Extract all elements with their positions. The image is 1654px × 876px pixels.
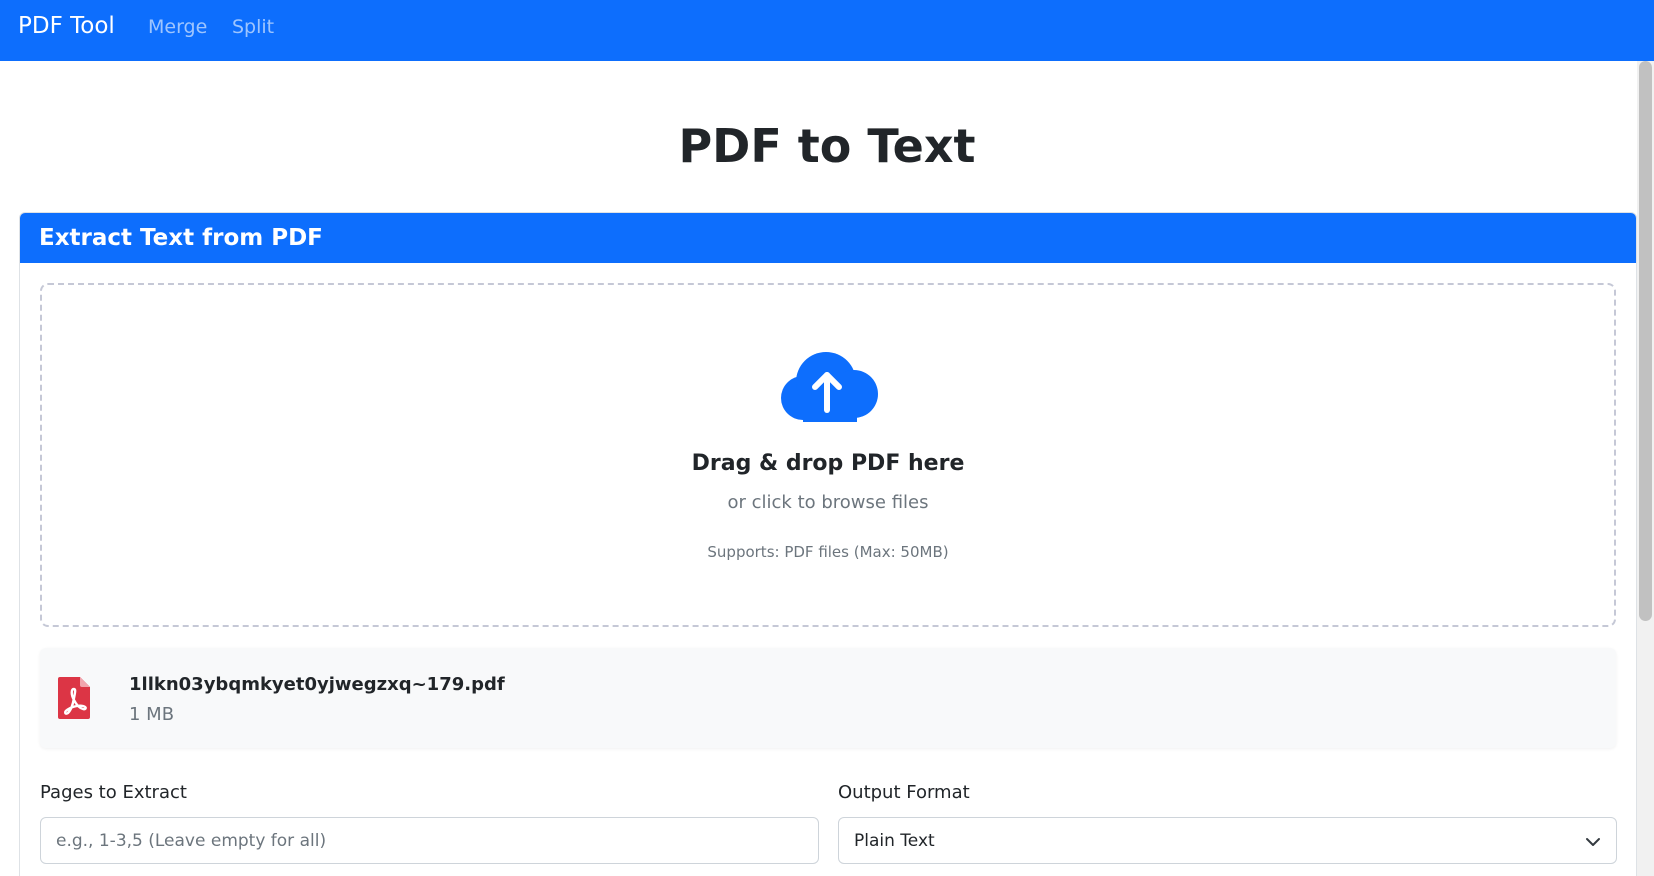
card-title: Extract Text from PDF [39, 225, 323, 251]
cloud-upload-icon [781, 352, 878, 422]
file-pdf-icon [58, 677, 90, 719]
nav-link-merge[interactable]: Merge [148, 15, 207, 39]
dropzone-title: Drag & drop PDF here [691, 451, 965, 476]
pages-label: Pages to Extract [40, 782, 187, 803]
brand-link[interactable]: PDF Tool [18, 12, 115, 40]
card-header: Extract Text from PDF [20, 213, 1636, 263]
file-size: 1 MB [129, 704, 175, 725]
selected-file-item: 1llkn03ybqmkyet0yjwegzxq~179.pdf 1 MB [40, 648, 1616, 748]
nav-link-split[interactable]: Split [232, 15, 274, 39]
pages-input[interactable] [40, 817, 819, 864]
format-label: Output Format [838, 782, 970, 803]
page-scrollbar[interactable] [1637, 61, 1654, 876]
extract-card: Extract Text from PDF Drag & drop PDF he… [19, 212, 1637, 876]
scrollbar-thumb[interactable] [1639, 61, 1652, 621]
file-dropzone[interactable]: Drag & drop PDF here or click to browse … [40, 283, 1616, 627]
file-name: 1llkn03ybqmkyet0yjwegzxq~179.pdf [129, 674, 505, 695]
dropzone-subtitle: or click to browse files [727, 492, 929, 513]
navbar: PDF Tool Merge Split [0, 0, 1654, 61]
format-select[interactable]: Plain Text [838, 817, 1617, 864]
chevron-down-icon [1586, 838, 1600, 846]
page-title: PDF to Text [678, 119, 976, 173]
dropzone-note: Supports: PDF files (Max: 50MB) [707, 543, 949, 561]
format-select-value: Plain Text [854, 831, 935, 851]
